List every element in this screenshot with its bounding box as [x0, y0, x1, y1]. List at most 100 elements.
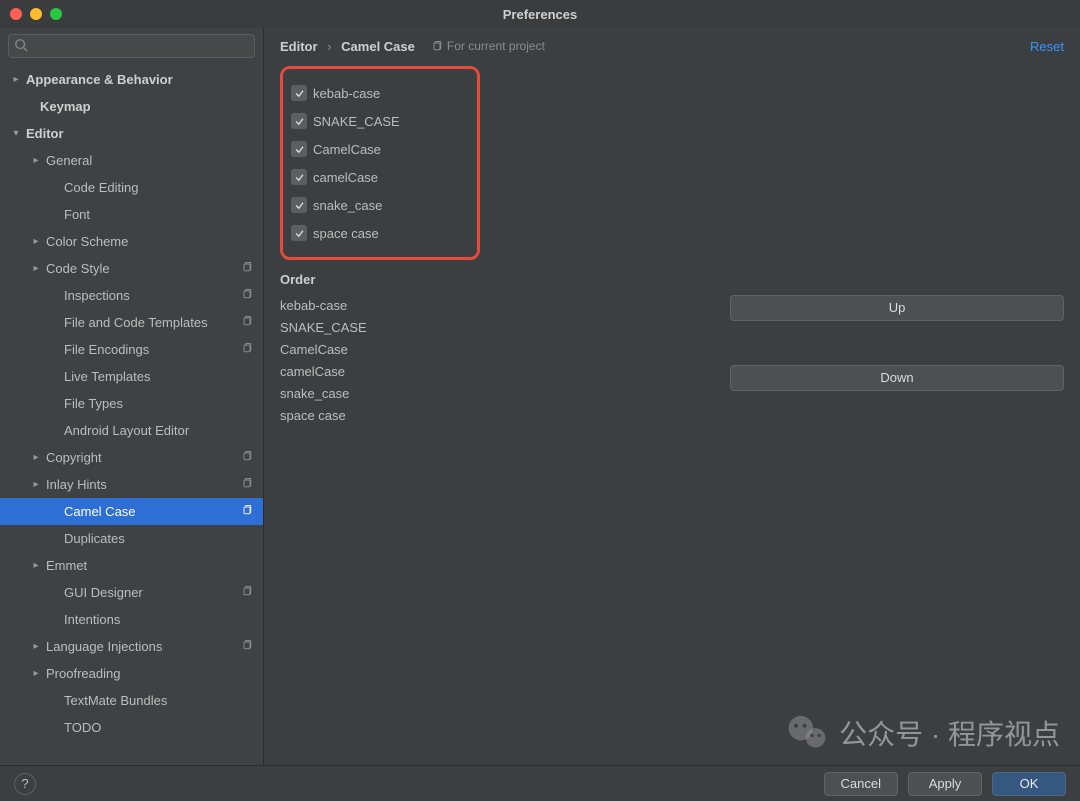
- breadcrumb-part: Camel Case: [341, 39, 415, 54]
- order-list-item[interactable]: space case: [280, 405, 700, 427]
- tree-item-label: Intentions: [64, 612, 253, 627]
- chevron-right-icon: ▸: [30, 479, 42, 490]
- move-up-button[interactable]: Up: [730, 295, 1064, 321]
- apply-button[interactable]: Apply: [908, 772, 982, 796]
- tree-item-label: Proofreading: [46, 666, 253, 681]
- project-scope-icon: [241, 342, 253, 357]
- content-area: kebab-caseSNAKE_CASECamelCasecamelCasesn…: [264, 64, 1080, 765]
- ok-button[interactable]: OK: [992, 772, 1066, 796]
- tree-item[interactable]: Font: [0, 201, 263, 228]
- chevron-right-icon: ▸: [30, 236, 42, 247]
- order-list-item[interactable]: camelCase: [280, 361, 700, 383]
- case-checkbox-row[interactable]: camelCase: [291, 163, 463, 191]
- case-checkbox-row[interactable]: CamelCase: [291, 135, 463, 163]
- main-header: Editor › Camel Case For current project …: [264, 28, 1080, 64]
- case-checkbox-row[interactable]: SNAKE_CASE: [291, 107, 463, 135]
- project-scope-icon: [241, 639, 253, 654]
- settings-tree[interactable]: ▸Appearance & BehaviorKeymap ▾ Editor ▸ Gene…: [0, 64, 263, 765]
- cancel-button[interactable]: Cancel: [824, 772, 898, 796]
- tree-item[interactable]: ▸Language Injections: [0, 633, 263, 660]
- chevron-right-icon: ▸: [30, 155, 42, 166]
- footer: ? Cancel Apply OK: [0, 765, 1080, 801]
- copy-icon: [431, 40, 443, 52]
- tree-item[interactable]: ▸Code Style: [0, 255, 263, 282]
- checkbox[interactable]: [291, 141, 307, 157]
- window-controls: [10, 8, 62, 20]
- main-panel: Editor › Camel Case For current project …: [264, 28, 1080, 765]
- tree-item-label: Code Editing: [64, 180, 253, 195]
- tree-item[interactable]: ▸Copyright: [0, 444, 263, 471]
- tree-item-label: Editor: [26, 126, 253, 141]
- tree-item[interactable]: ▸Emmet: [0, 552, 263, 579]
- zoom-window-button[interactable]: [50, 8, 62, 20]
- tree-item[interactable]: ▸Color Scheme: [0, 228, 263, 255]
- case-checkbox-row[interactable]: snake_case: [291, 191, 463, 219]
- case-checkbox-row[interactable]: kebab-case: [291, 79, 463, 107]
- case-checkbox-row[interactable]: space case: [291, 219, 463, 247]
- checkbox-label: CamelCase: [313, 142, 381, 157]
- checkbox[interactable]: [291, 169, 307, 185]
- tree-item-label: Font: [64, 207, 253, 222]
- tree-item[interactable]: File Encodings: [0, 336, 263, 363]
- tree-item-label: General: [46, 153, 253, 168]
- order-list[interactable]: kebab-caseSNAKE_CASECamelCasecamelCasesn…: [280, 295, 700, 427]
- tree-item[interactable]: Duplicates: [0, 525, 263, 552]
- checkbox[interactable]: [291, 85, 307, 101]
- chevron-down-icon: ▾: [10, 128, 22, 139]
- tree-item-label: Live Templates: [64, 369, 253, 384]
- order-list-item[interactable]: kebab-case: [280, 295, 700, 317]
- tree-item[interactable]: File and Code Templates: [0, 309, 263, 336]
- tree-item-label: GUI Designer: [64, 585, 237, 600]
- tree-item[interactable]: File Types: [0, 390, 263, 417]
- case-checkbox-group: kebab-caseSNAKE_CASE CamelCase camelCase sn…: [280, 66, 480, 260]
- project-scope-icon: [241, 315, 253, 330]
- sidebar: ▸Appearance & BehaviorKeymap ▾ Editor ▸ Gene…: [0, 28, 264, 765]
- checkbox[interactable]: [291, 225, 307, 241]
- minimize-window-button[interactable]: [30, 8, 42, 20]
- tree-item-label: TODO: [64, 720, 253, 735]
- chevron-right-icon: ▸: [30, 668, 42, 679]
- tree-item[interactable]: ▸Appearance & Behavior: [0, 66, 263, 93]
- project-scope-icon: [241, 585, 253, 600]
- tree-item-label: Inlay Hints: [46, 477, 237, 492]
- wechat-icon: [785, 711, 829, 755]
- checkbox[interactable]: [291, 197, 307, 213]
- help-button[interactable]: ?: [14, 773, 36, 795]
- search-input[interactable]: [8, 34, 255, 58]
- project-scope-icon: [241, 288, 253, 303]
- order-list-item[interactable]: snake_case: [280, 383, 700, 405]
- tree-item[interactable]: GUI Designer: [0, 579, 263, 606]
- tree-item-label: File Encodings: [64, 342, 237, 357]
- titlebar: Preferences: [0, 0, 1080, 28]
- tree-item[interactable]: TextMate Bundles: [0, 687, 263, 714]
- checkbox-label: camelCase: [313, 170, 378, 185]
- tree-item[interactable]: ▸ Inlay Hints: [0, 471, 263, 498]
- chevron-right-icon: ▸: [30, 641, 42, 652]
- tree-item[interactable]: TODO: [0, 714, 263, 741]
- tree-item[interactable]: Android Layout Editor: [0, 417, 263, 444]
- tree-item[interactable]: Live Templates: [0, 363, 263, 390]
- move-down-button[interactable]: Down: [730, 365, 1064, 391]
- tree-item[interactable]: Code Editing: [0, 174, 263, 201]
- search-icon: [14, 38, 28, 55]
- search-input-wrap: [8, 34, 255, 58]
- tree-item-label: Duplicates: [64, 531, 253, 546]
- tree-item-label: Copyright: [46, 450, 237, 465]
- tree-item[interactable]: Intentions: [0, 606, 263, 633]
- order-list-item[interactable]: CamelCase: [280, 339, 700, 361]
- tree-item[interactable]: Inspections: [0, 282, 263, 309]
- tree-item[interactable]: ▸ Proofreading: [0, 660, 263, 687]
- order-list-item[interactable]: SNAKE_CASE: [280, 317, 700, 339]
- close-window-button[interactable]: [10, 8, 22, 20]
- tree-item[interactable]: ▸ General: [0, 147, 263, 174]
- tree-item[interactable]: ▾ Editor: [0, 120, 263, 147]
- tree-item-label: Android Layout Editor: [64, 423, 253, 438]
- tree-item[interactable]: Camel Case: [0, 498, 263, 525]
- tree-item-label: Inspections: [64, 288, 237, 303]
- chevron-right-icon: ▸: [10, 74, 22, 85]
- checkbox[interactable]: [291, 113, 307, 129]
- project-scope-icon: [241, 477, 253, 492]
- tree-item[interactable]: Keymap: [0, 93, 263, 120]
- checkbox-label: space case: [313, 226, 379, 241]
- reset-link[interactable]: Reset: [1030, 39, 1064, 54]
